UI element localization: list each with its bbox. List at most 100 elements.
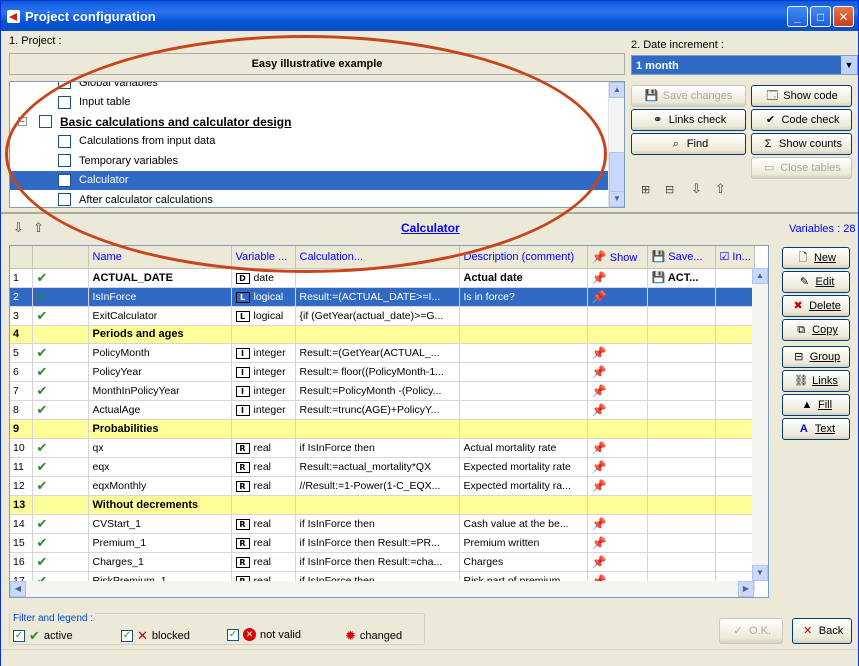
scroll-up-icon[interactable]: ▲ xyxy=(752,268,768,284)
tree-item[interactable]: Calculator xyxy=(10,170,610,190)
calculation-cell[interactable]: {if (GetYear(actual_date)>=G... xyxy=(295,306,460,326)
variable-type[interactable]: Iinteger xyxy=(231,400,296,421)
variable-name[interactable]: PolicyYear xyxy=(88,362,232,383)
show-cell[interactable]: 📌 xyxy=(587,514,648,534)
pin-icon[interactable]: 📌 xyxy=(592,517,607,531)
show-cell[interactable]: 📌 xyxy=(587,287,648,307)
variable-type[interactable]: Llogical xyxy=(231,287,296,307)
checkbox-checked-icon[interactable]: ✓ xyxy=(121,630,133,642)
column-header[interactable]: 📌 Show xyxy=(587,246,648,269)
grid-vertical-scrollbar[interactable]: ▲ ▼ xyxy=(752,268,768,581)
calculation-cell[interactable] xyxy=(295,268,460,288)
variable-type[interactable]: Iinteger xyxy=(231,343,296,364)
side-button-text[interactable]: A Text xyxy=(782,418,850,440)
show-cell[interactable]: 📌 xyxy=(587,457,648,478)
ok-button[interactable]: ✓ O.K. xyxy=(719,618,783,644)
splitter[interactable] xyxy=(1,212,858,214)
calculation-cell[interactable]: Result:= floor((PolicyMonth-1... xyxy=(295,362,460,383)
column-header[interactable]: Name xyxy=(88,246,232,269)
tree-item-checkbox[interactable] xyxy=(58,154,71,167)
tree-item[interactable]: Input table xyxy=(10,93,610,112)
show-cell[interactable]: 📌 xyxy=(587,343,648,364)
close-button[interactable]: ✕ xyxy=(833,6,854,27)
include-cell[interactable] xyxy=(715,306,755,326)
checkbox-checked-icon[interactable]: ✓ xyxy=(13,630,25,642)
save-cell[interactable] xyxy=(647,287,716,307)
include-cell[interactable] xyxy=(715,438,755,459)
variable-name[interactable]: eqxMonthly xyxy=(88,476,232,497)
table-row[interactable]: 2 ✔ IsInForce Llogical Result:=(ACTUAL_DATE>… xyxy=(10,287,755,307)
variable-type[interactable]: Rreal xyxy=(231,457,296,478)
pin-icon[interactable]: 📌 xyxy=(592,346,607,360)
collapse-all-icon[interactable]: ⊟ xyxy=(665,183,674,196)
calculation-cell[interactable]: if IsInForce then xyxy=(295,514,460,534)
table-row[interactable]: 1 ✔ ACTUAL_DATE Ddate Actual date 📌 💾 ACT... xyxy=(10,268,755,288)
title-bar[interactable]: Project configuration _ □ ✕ xyxy=(1,1,858,31)
include-cell[interactable] xyxy=(715,476,755,497)
calculation-cell[interactable]: if IsInForce then Result:=cha... xyxy=(295,552,460,572)
description-cell[interactable]: Premium written xyxy=(459,533,588,553)
tree-item[interactable]: − Basic calculations and calculator desig… xyxy=(10,112,610,131)
description-cell[interactable] xyxy=(459,381,588,402)
find-button[interactable]: ⌕ Find xyxy=(631,133,746,155)
variable-name[interactable]: Charges_1 xyxy=(88,552,232,572)
variable-name[interactable]: qx xyxy=(88,438,232,459)
pin-icon[interactable]: 📌 xyxy=(592,290,607,304)
side-button-new[interactable]: 🗋 New xyxy=(782,247,850,269)
save-cell[interactable] xyxy=(647,514,716,534)
scroll-thumb[interactable] xyxy=(609,152,624,192)
description-cell[interactable]: Expected mortality rate xyxy=(459,457,588,478)
variable-name[interactable]: CVStart_1 xyxy=(88,514,232,534)
collapse-icon[interactable]: − xyxy=(18,117,27,126)
table-row[interactable]: 16 ✔ Charges_1 Rreal if IsInForce then Resul… xyxy=(10,552,755,572)
pin-icon[interactable]: 📌 xyxy=(592,536,607,550)
show-cell[interactable]: 📌 xyxy=(587,381,648,402)
include-cell[interactable] xyxy=(715,400,755,421)
variable-name[interactable]: Premium_1 xyxy=(88,533,232,553)
group-label[interactable]: Periods and ages xyxy=(88,325,232,345)
calculation-cell[interactable]: //Result:=1-Power(1-C_EQX... xyxy=(295,476,460,497)
column-header[interactable]: Calculation... xyxy=(295,246,460,269)
project-name-field[interactable]: Easy illustrative example xyxy=(9,53,625,75)
description-cell[interactable]: Actual date xyxy=(459,268,588,288)
save-cell[interactable] xyxy=(647,552,716,572)
table-row[interactable]: 5 ✔ PolicyMonth Iinteger Result:=(GetYear(AC… xyxy=(10,343,755,364)
column-header[interactable]: Variable ... xyxy=(231,246,296,269)
calculation-cell[interactable]: Result:=actual_mortality*QX xyxy=(295,457,460,478)
pin-icon[interactable]: 📌 xyxy=(592,384,607,398)
include-cell[interactable] xyxy=(715,343,755,364)
minimize-button[interactable]: _ xyxy=(787,6,808,27)
tree-item[interactable]: Temporary variables xyxy=(10,151,610,170)
calculation-cell[interactable]: Result:=(ACTUAL_DATE>=I... xyxy=(295,287,460,307)
table-row[interactable]: 7 ✔ MonthInPolicyYear Iinteger Result:=Polic… xyxy=(10,381,755,402)
save-cell[interactable] xyxy=(647,362,716,383)
show-cell[interactable]: 📌 xyxy=(587,552,648,572)
pin-icon[interactable]: 📌 xyxy=(592,271,607,285)
calculator-title-link[interactable]: Calculator xyxy=(401,221,460,235)
table-row[interactable]: 11 ✔ eqx Rreal Result:=actual_mortality*QX Ex… xyxy=(10,457,755,478)
table-row[interactable]: 10 ✔ qx Rreal if IsInForce then Actual mortal… xyxy=(10,438,755,459)
move-down-icon[interactable]: ⇩ xyxy=(691,181,702,197)
variable-type[interactable]: Rreal xyxy=(231,476,296,497)
code-check-button[interactable]: ✔ Code check xyxy=(751,109,852,131)
save-cell[interactable] xyxy=(647,343,716,364)
variable-type[interactable]: Iinteger xyxy=(231,381,296,402)
description-cell[interactable]: Is in force? xyxy=(459,287,588,307)
save-cell[interactable] xyxy=(647,381,716,402)
variable-type[interactable]: Llogical xyxy=(231,306,296,326)
pin-icon[interactable]: 📌 xyxy=(592,441,607,455)
description-cell[interactable]: Expected mortality ra... xyxy=(459,476,588,497)
include-cell[interactable] xyxy=(715,381,755,402)
variable-name[interactable]: eqx xyxy=(88,457,232,478)
variable-type[interactable]: Rreal xyxy=(231,552,296,572)
save-cell[interactable] xyxy=(647,306,716,326)
include-cell[interactable] xyxy=(715,552,755,572)
variable-type[interactable]: Rreal xyxy=(231,514,296,534)
tree-item-checkbox[interactable] xyxy=(39,115,52,128)
description-cell[interactable] xyxy=(459,343,588,364)
save-cell[interactable] xyxy=(647,533,716,553)
scroll-down-icon[interactable]: ▼ xyxy=(752,565,768,581)
save-cell[interactable] xyxy=(647,438,716,459)
save-cell[interactable]: 💾 ACT... xyxy=(647,268,716,288)
save-cell[interactable] xyxy=(647,476,716,497)
